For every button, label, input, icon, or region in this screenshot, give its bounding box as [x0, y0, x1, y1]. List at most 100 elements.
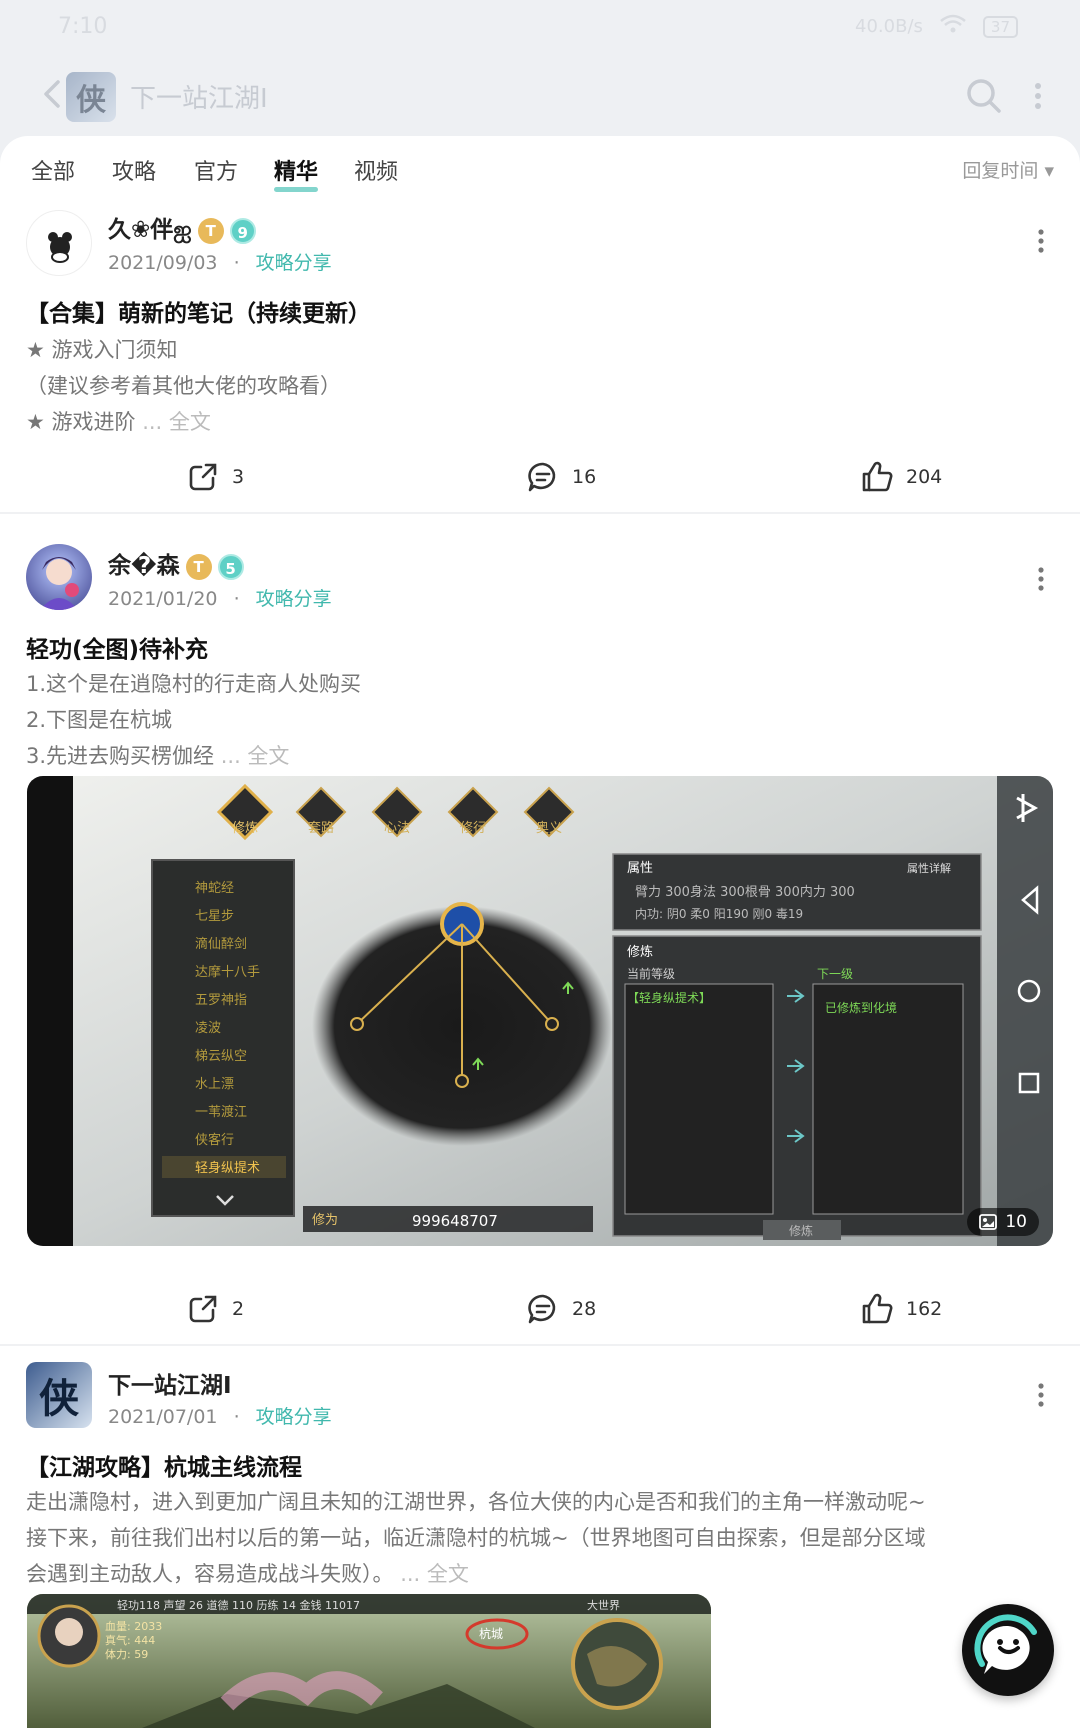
- post-meta: 2021/07/01 · 攻略分享: [108, 1402, 332, 1429]
- post-title[interactable]: 【江湖攻略】杭城主线流程: [26, 1448, 302, 1482]
- username[interactable]: 久❀伴ஐ T 9: [108, 210, 256, 246]
- train-title: 修炼: [627, 945, 653, 960]
- share-count: 2: [232, 1298, 245, 1320]
- read-more-link[interactable]: ... 全文: [400, 1562, 469, 1586]
- status-time: 7:10: [58, 14, 108, 39]
- post-category[interactable]: 攻略分享: [256, 252, 332, 274]
- skill-name: 【轻身纵提术】: [627, 990, 711, 1005]
- post-image[interactable]: 修炼 套路 心法 修行 奥义 神蛇经 七星步 滴仙醉剑 达摩十八手 五罗神指 凌…: [27, 776, 1053, 1246]
- tab-featured[interactable]: 精华: [274, 154, 319, 192]
- post-card[interactable]: 侠 下一站江湖Ⅰ 2021/07/01 · 攻略分享 【江湖攻略】杭城主线流程 …: [0, 1362, 1080, 1728]
- post-list-sheet: 全部 攻略 官方 精华 视频 回复时间 ▾ 久❀伴ஐ T 9 2021/09/03 …: [0, 136, 1080, 1728]
- post-excerpt-line: 3.先进去购买楞伽经 ... 全文: [26, 744, 290, 768]
- post-date: 2021/09/03: [108, 252, 218, 274]
- skill-list-item: 凌波: [195, 1021, 221, 1036]
- neigong-row: 内功: 阴0 柔0 阳190 刚0 毒19: [635, 907, 803, 921]
- comment-button[interactable]: 28: [526, 1292, 596, 1326]
- thumbs-up-icon: [862, 461, 893, 492]
- post-category[interactable]: 攻略分享: [256, 588, 332, 610]
- gallery-icon: [979, 1214, 998, 1230]
- like-count: 204: [906, 466, 943, 488]
- post-date: 2021/01/20: [108, 588, 218, 610]
- more-vertical-icon: [1038, 1383, 1044, 1407]
- username[interactable]: 下一站江湖Ⅰ: [108, 1366, 232, 1400]
- attr-row: 臂力 300身法 300根骨 300内力 300: [635, 884, 855, 900]
- meta-separator: ·: [233, 1406, 240, 1428]
- post-meta: 2021/01/20 · 攻略分享: [108, 584, 332, 611]
- level-badge: 5: [217, 553, 244, 580]
- post-date: 2021/07/01: [108, 1406, 218, 1428]
- post-actions: 2 28 162: [0, 1292, 1080, 1342]
- share-icon: [189, 1295, 217, 1323]
- share-button[interactable]: 3: [186, 460, 244, 494]
- tab-guides[interactable]: 攻略: [112, 154, 156, 186]
- meta-separator: ·: [233, 588, 240, 610]
- like-button[interactable]: 162: [860, 1292, 942, 1326]
- avatar-image: [48, 232, 72, 263]
- tab-all[interactable]: 全部: [31, 154, 75, 186]
- comment-count: 28: [572, 1298, 597, 1320]
- post-more-button[interactable]: [1036, 564, 1046, 594]
- forum-logo: 侠: [66, 72, 116, 122]
- comment-button[interactable]: 16: [526, 460, 596, 494]
- post-more-button[interactable]: [1036, 1380, 1046, 1410]
- maxed-text: 已修炼到化境: [825, 1000, 897, 1015]
- comment-icon: [528, 1294, 556, 1324]
- skill-list-item: 侠客行: [195, 1132, 234, 1148]
- meta-separator: ·: [233, 252, 240, 274]
- read-more-link[interactable]: ... 全文: [142, 410, 211, 434]
- attr-title: 属性: [627, 861, 653, 876]
- more-options-button[interactable]: [1032, 76, 1044, 116]
- forum-title: 下一站江湖Ⅰ: [130, 84, 268, 114]
- post-title[interactable]: 轻功(全图)待补充: [26, 630, 208, 664]
- post-title[interactable]: 【合集】萌新的笔记（持续更新）: [26, 294, 371, 328]
- post-more-button[interactable]: [1036, 226, 1046, 256]
- game-screenshot: 修炼 套路 心法 修行 奥义 神蛇经 七星步 滴仙醉剑 达摩十八手 五罗神指 凌…: [27, 776, 1053, 1246]
- share-count: 3: [232, 466, 245, 488]
- game-screenshot: 轻功118 声望 26 道德 110 历练 14 金钱 11017 大世界 血量…: [27, 1594, 711, 1728]
- level-badge: 9: [229, 217, 256, 244]
- username-text: 下一站江湖Ⅰ: [108, 1373, 232, 1399]
- skill-list-item: 五罗神指: [195, 993, 247, 1008]
- next-level-label: 下一级: [817, 967, 853, 981]
- floating-chat-button[interactable]: [962, 1604, 1054, 1696]
- tab-official[interactable]: 官方: [194, 154, 238, 186]
- post-card[interactable]: 余�森 T 5 2021/01/20 · 攻略分享 轻功(全图)待补充 1.这个是在…: [0, 534, 1080, 1364]
- image-count: 10: [1005, 1212, 1027, 1232]
- username[interactable]: 余�森 T 5: [108, 546, 244, 580]
- avatar[interactable]: [26, 210, 92, 276]
- post-excerpt-line: 会遇到主动敌人，容易造成战斗失败）。 ... 全文: [26, 1562, 469, 1586]
- post-meta: 2021/09/03 · 攻略分享: [108, 248, 332, 275]
- network-speed: 40.0B/s: [855, 16, 923, 37]
- search-button[interactable]: [964, 76, 1004, 116]
- xiuwei-value: 999648707: [412, 1212, 498, 1230]
- like-button[interactable]: 204: [860, 460, 942, 494]
- sort-dropdown[interactable]: 回复时间 ▾: [962, 156, 1054, 183]
- image-count-badge: 10: [967, 1208, 1039, 1236]
- thumbs-up-icon: [862, 1293, 893, 1324]
- tab-videos[interactable]: 视频: [354, 154, 398, 186]
- comment-icon: [528, 462, 556, 492]
- wifi-icon: [939, 14, 967, 39]
- current-level-label: 当前等级: [627, 966, 675, 981]
- post-excerpt-line: ★ 游戏进阶 ... 全文: [26, 410, 211, 434]
- read-more-link[interactable]: ... 全文: [221, 744, 290, 768]
- game-tab-label: 修行: [460, 821, 486, 836]
- post-actions: 3 16 204: [0, 460, 1080, 510]
- game-hud: 轻功118 声望 26 道德 110 历练 14 金钱 11017: [117, 1598, 360, 1612]
- share-button[interactable]: 2: [186, 1292, 244, 1326]
- divider: [0, 512, 1080, 514]
- avatar[interactable]: [26, 544, 92, 610]
- comment-count: 16: [572, 466, 597, 488]
- avatar[interactable]: 侠: [26, 1362, 92, 1428]
- app-header: 侠 下一站江湖Ⅰ: [0, 56, 1080, 136]
- city-label: 杭城: [479, 1626, 503, 1641]
- stamina-text: 体力: 59: [105, 1647, 148, 1661]
- post-image[interactable]: 轻功118 声望 26 道德 110 历练 14 金钱 11017 大世界 血量…: [27, 1594, 711, 1728]
- xiuwei-label: 修为: [312, 1213, 338, 1228]
- post-excerpt-line: 接下来，前往我们出村以后的第一站，临近潇隐村的杭城~（世界地图可自由探索，但是部…: [26, 1526, 926, 1550]
- post-category[interactable]: 攻略分享: [256, 1406, 332, 1428]
- title-badge: T: [185, 553, 212, 580]
- divider: [0, 1344, 1080, 1346]
- post-excerpt-line: 1.这个是在逍隐村的行走商人处购买: [26, 672, 362, 696]
